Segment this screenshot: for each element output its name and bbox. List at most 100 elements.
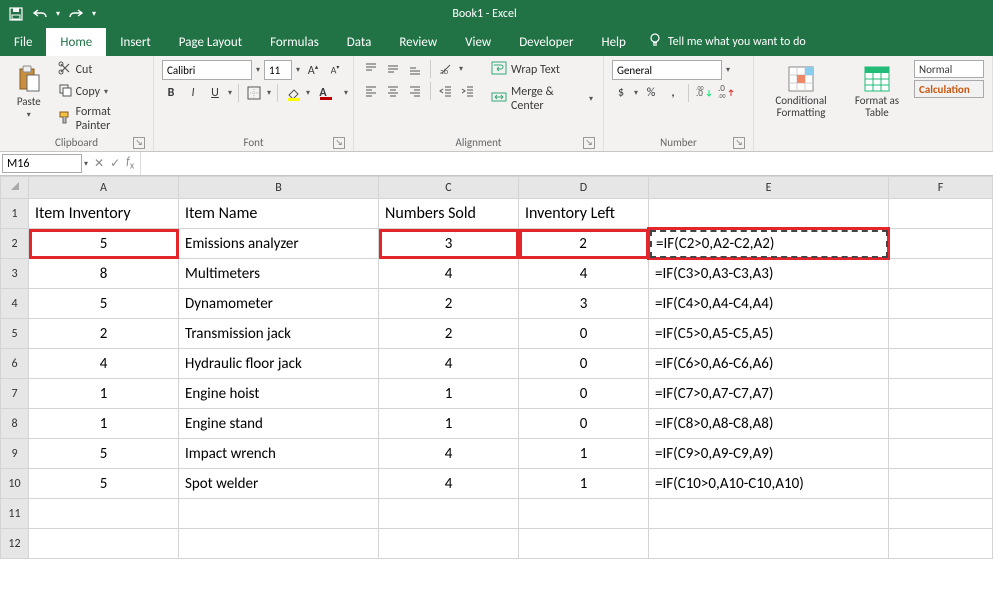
cell[interactable]: =IF(C5>0,A5-C5,A5) <box>649 319 889 349</box>
percent-format-button[interactable]: % <box>642 84 660 102</box>
cell[interactable]: 1 <box>379 409 519 439</box>
tab-data[interactable]: Data <box>333 28 386 56</box>
align-middle-icon[interactable] <box>384 60 402 78</box>
align-left-icon[interactable] <box>362 82 380 100</box>
formula-input[interactable] <box>141 152 993 175</box>
style-calculation[interactable]: Calculation <box>914 80 984 98</box>
cell[interactable]: Spot welder <box>179 469 379 499</box>
chevron-down-icon[interactable]: ▾ <box>228 88 232 98</box>
cell[interactable]: 0 <box>519 349 649 379</box>
chevron-down-icon[interactable]: ▾ <box>256 65 260 75</box>
tab-help[interactable]: Help <box>587 28 639 56</box>
cell[interactable] <box>889 379 993 409</box>
cell[interactable]: 4 <box>519 259 649 289</box>
chevron-down-icon[interactable]: ▾ <box>344 88 348 98</box>
cell[interactable]: 5 <box>29 469 179 499</box>
select-all-corner[interactable] <box>1 177 29 199</box>
cell[interactable]: 0 <box>519 319 649 349</box>
row-header[interactable]: 4 <box>1 289 29 319</box>
row-header[interactable]: 12 <box>1 529 29 559</box>
cell[interactable] <box>889 469 993 499</box>
row-header[interactable]: 6 <box>1 349 29 379</box>
underline-button[interactable]: U <box>206 84 224 102</box>
cell[interactable]: 1 <box>29 379 179 409</box>
cell[interactable]: =IF(C4>0,A4-C4,A4) <box>649 289 889 319</box>
cell[interactable]: Dynamometer <box>179 289 379 319</box>
tab-view[interactable]: View <box>451 28 505 56</box>
comma-format-button[interactable]: , <box>664 84 682 102</box>
decrease-decimal-icon[interactable]: .0.00 <box>717 84 735 102</box>
cell[interactable]: Multimeters <box>179 259 379 289</box>
dialog-launcher-icon[interactable]: ↘ <box>333 137 345 149</box>
align-center-icon[interactable] <box>384 82 402 100</box>
font-size-input[interactable] <box>264 60 292 80</box>
cell[interactable]: =IF(C9>0,A9-C9,A9) <box>649 439 889 469</box>
cell[interactable]: Numbers Sold <box>379 199 519 229</box>
cell[interactable]: 0 <box>519 409 649 439</box>
cell[interactable]: 4 <box>379 439 519 469</box>
cell[interactable]: =IF(C3>0,A3-C3,A3) <box>649 259 889 289</box>
dialog-launcher-icon[interactable]: ↘ <box>733 137 745 149</box>
cell[interactable]: Inventory Left <box>519 199 649 229</box>
col-header-A[interactable]: A <box>29 177 179 199</box>
bold-button[interactable]: B <box>162 84 180 102</box>
cell[interactable]: Transmission jack <box>179 319 379 349</box>
align-right-icon[interactable] <box>406 82 424 100</box>
italic-button[interactable]: I <box>184 84 202 102</box>
cancel-icon[interactable]: ✕ <box>94 156 104 171</box>
row-header[interactable]: 9 <box>1 439 29 469</box>
decrease-font-icon[interactable]: A▾ <box>326 61 344 79</box>
name-box[interactable] <box>2 154 82 173</box>
align-bottom-icon[interactable] <box>406 60 424 78</box>
copy-button[interactable]: Copy ▾ <box>56 82 145 102</box>
increase-decimal-icon[interactable]: .0.00 <box>695 84 713 102</box>
cell[interactable] <box>649 499 889 529</box>
align-top-icon[interactable] <box>362 60 380 78</box>
tab-formulas[interactable]: Formulas <box>256 28 333 56</box>
row-header[interactable]: 10 <box>1 469 29 499</box>
cell[interactable] <box>519 529 649 559</box>
dialog-launcher-icon[interactable]: ↘ <box>583 137 595 149</box>
row-header[interactable]: 11 <box>1 499 29 529</box>
chevron-down-icon[interactable]: ▾ <box>267 88 271 98</box>
cell[interactable]: 4 <box>379 469 519 499</box>
undo-dropdown-icon[interactable]: ▾ <box>56 9 60 19</box>
cell[interactable]: 3 <box>519 289 649 319</box>
increase-font-icon[interactable]: A▴ <box>304 61 322 79</box>
cell-styles-gallery[interactable]: Normal Calculation <box>914 60 984 98</box>
chevron-down-icon[interactable]: ▾ <box>306 88 310 98</box>
cell[interactable]: 4 <box>29 349 179 379</box>
enter-icon[interactable]: ✓ <box>110 156 120 171</box>
row-header[interactable]: 8 <box>1 409 29 439</box>
style-normal[interactable]: Normal <box>914 60 984 78</box>
tell-me-search[interactable]: Tell me what you want to do <box>648 28 806 56</box>
cell[interactable]: 2 <box>379 289 519 319</box>
chevron-down-icon[interactable]: ▾ <box>296 65 300 75</box>
cell[interactable]: 0 <box>519 379 649 409</box>
chevron-down-icon[interactable]: ▾ <box>459 64 463 74</box>
cell[interactable]: 5 <box>29 439 179 469</box>
cell[interactable] <box>29 499 179 529</box>
paste-button[interactable]: Paste ▾ <box>8 60 50 124</box>
cell[interactable]: 1 <box>519 469 649 499</box>
cell[interactable]: 2 <box>379 319 519 349</box>
cell[interactable] <box>379 499 519 529</box>
cell[interactable] <box>889 259 993 289</box>
decrease-indent-icon[interactable] <box>437 82 455 100</box>
cell[interactable] <box>179 499 379 529</box>
cell[interactable] <box>379 529 519 559</box>
format-as-table-button[interactable]: Format as Table <box>846 60 908 124</box>
font-name-input[interactable] <box>162 60 252 80</box>
undo-icon[interactable] <box>32 6 48 22</box>
row-header[interactable]: 1 <box>1 199 29 229</box>
cell[interactable]: 4 <box>379 259 519 289</box>
col-header-F[interactable]: F <box>889 177 993 199</box>
cell[interactable] <box>519 499 649 529</box>
worksheet-grid[interactable]: A B C D E F 1Item InventoryItem NameNumb… <box>0 176 993 591</box>
cell[interactable]: Engine hoist <box>179 379 379 409</box>
redo-icon[interactable] <box>68 6 84 22</box>
fill-color-button[interactable] <box>284 84 302 102</box>
format-painter-button[interactable]: Format Painter <box>56 104 145 134</box>
chevron-down-icon[interactable]: ▾ <box>726 65 730 75</box>
cell[interactable] <box>889 499 993 529</box>
